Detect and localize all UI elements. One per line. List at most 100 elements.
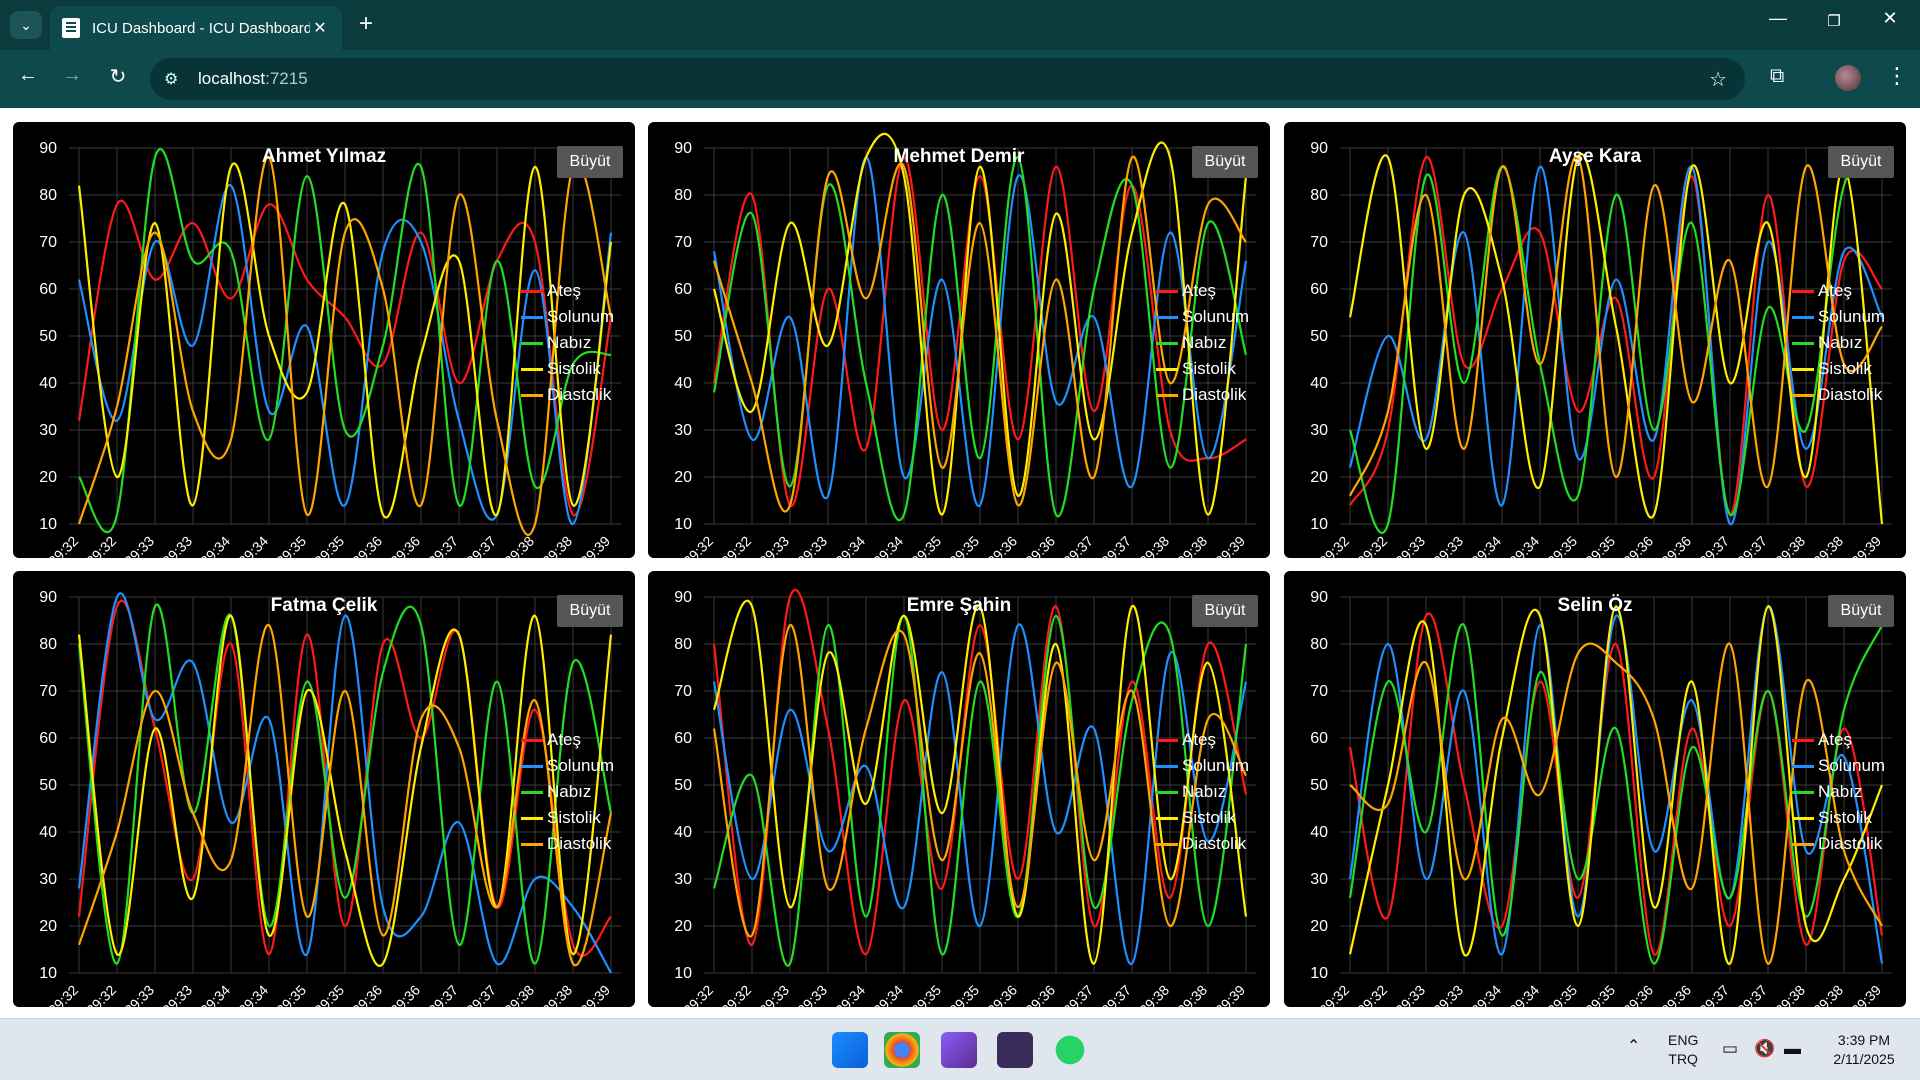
x-tick-label: 39:39: [1212, 533, 1248, 558]
chevron-up-icon[interactable]: ⌃: [1627, 1037, 1640, 1056]
tab-search-button[interactable]: ⌄: [10, 11, 42, 39]
windows-start-icon[interactable]: [832, 1032, 868, 1068]
x-tick-label: 39:36: [1022, 982, 1058, 1007]
x-tick-label: 39:36: [349, 982, 385, 1007]
expand-button[interactable]: Büyüt: [1828, 595, 1894, 627]
legend-swatch: [1792, 315, 1814, 319]
x-tick-label: 39:38: [501, 533, 537, 558]
expand-button[interactable]: Büyüt: [557, 146, 623, 178]
legend-item: Solunum: [1156, 304, 1249, 330]
x-tick-label: 39:38: [501, 982, 537, 1007]
x-tick-label: 39:34: [1506, 533, 1542, 558]
address-bar[interactable]: ⚙ localhost:7215 ☆: [150, 58, 1745, 100]
legend-label: Ateş: [547, 281, 582, 300]
site-info-icon[interactable]: ⚙: [164, 69, 190, 89]
x-tick-label: 39:33: [159, 533, 195, 558]
legend-item: Diastolik: [1792, 382, 1885, 408]
legend-label: Solunum: [1182, 307, 1250, 326]
x-tick-label: 39:32: [680, 982, 716, 1007]
back-arrow-icon[interactable]: ←: [13, 64, 43, 87]
legend-swatch: [1156, 315, 1178, 319]
x-tick-label: 39:33: [756, 982, 792, 1007]
legend-item: Diastolik: [1156, 382, 1249, 408]
y-tick-label: 30: [39, 871, 57, 888]
bookmark-star-icon[interactable]: ☆: [1709, 67, 1727, 92]
extensions-puzzle-icon[interactable]: ⧉: [1770, 65, 1784, 88]
battery-icon[interactable]: ▬: [1784, 1039, 1801, 1058]
legend-item: Solunum: [521, 753, 614, 779]
chart-legend: Ateş Solunum Nabız Sistolik Diastolik: [1792, 278, 1885, 408]
new-tab-button[interactable]: +: [352, 10, 380, 38]
legend-label: Diastolik: [547, 834, 612, 853]
legend-item: Sistolik: [521, 805, 614, 831]
x-tick-label: 39:36: [1658, 533, 1694, 558]
y-tick-label: 10: [1310, 516, 1328, 533]
y-tick-label: 50: [39, 328, 57, 345]
x-tick-label: 39:34: [1506, 982, 1542, 1007]
chrome-app-icon[interactable]: [884, 1032, 920, 1068]
x-tick-label: 39:34: [870, 533, 906, 558]
tab-close-icon[interactable]: ✕: [310, 18, 330, 38]
x-tick-label: 39:34: [870, 982, 906, 1007]
y-tick-label: 80: [674, 187, 692, 204]
expand-button[interactable]: Büyüt: [557, 595, 623, 627]
x-tick-label: 39:35: [946, 982, 982, 1007]
y-tick-label: 60: [39, 281, 57, 298]
expand-button[interactable]: Büyüt: [1828, 146, 1894, 178]
legend-item: Diastolik: [1156, 831, 1249, 857]
chart-legend: Ateş Solunum Nabız Sistolik Diastolik: [1156, 727, 1249, 857]
y-tick-label: 20: [1310, 469, 1328, 486]
chart-legend: Ateş Solunum Nabız Sistolik Diastolik: [521, 278, 614, 408]
legend-item: Sistolik: [1156, 356, 1249, 382]
network-icon[interactable]: ▭: [1722, 1039, 1738, 1058]
clock[interactable]: 3:39 PM 2/11/2025: [1824, 1031, 1904, 1069]
chevron-down-icon: ⌄: [20, 16, 32, 33]
legend-label: Ateş: [1818, 730, 1853, 749]
y-tick-label: 20: [674, 469, 692, 486]
expand-button[interactable]: Büyüt: [1192, 595, 1258, 627]
speaker-muted-icon[interactable]: 🔇: [1754, 1039, 1775, 1058]
legend-swatch: [1792, 393, 1814, 397]
minimize-icon[interactable]: —: [1758, 8, 1798, 29]
y-tick-label: 40: [674, 375, 692, 392]
language-indicator[interactable]: ENG TRQ: [1668, 1031, 1698, 1069]
legend-swatch: [521, 341, 543, 345]
patient-chart-panel: 10 20 30 40 50 60 70 80 90 39:32 39:32 39:33 39:33 39…: [648, 571, 1270, 1007]
y-tick-label: 40: [1310, 375, 1328, 392]
y-tick-label: 40: [1310, 824, 1328, 841]
x-tick-label: 39:37: [1098, 533, 1134, 558]
forward-arrow-icon[interactable]: →: [57, 64, 87, 87]
restore-icon[interactable]: ❐: [1814, 12, 1854, 30]
x-tick-label: 39:37: [1696, 982, 1732, 1007]
visual-studio-app-icon[interactable]: [941, 1032, 977, 1068]
terminal-app-icon[interactable]: [997, 1032, 1033, 1068]
y-tick-label: 30: [1310, 422, 1328, 439]
legend-swatch: [1792, 764, 1814, 768]
legend-label: Sistolik: [1818, 808, 1872, 827]
legend-item: Sistolik: [521, 356, 614, 382]
y-tick-label: 20: [1310, 918, 1328, 935]
legend-item: Diastolik: [1792, 831, 1885, 857]
whatsapp-app-icon[interactable]: [1052, 1032, 1088, 1068]
legend-swatch: [1156, 341, 1178, 345]
expand-button[interactable]: Büyüt: [1192, 146, 1258, 178]
y-tick-label: 10: [1310, 965, 1328, 982]
x-tick-label: 39:39: [1848, 982, 1884, 1007]
legend-label: Solunum: [1182, 756, 1250, 775]
legend-label: Solunum: [547, 307, 615, 326]
legend-swatch: [521, 842, 543, 846]
legend-label: Ateş: [547, 730, 582, 749]
chart-legend: Ateş Solunum Nabız Sistolik Diastolik: [1792, 727, 1885, 857]
y-tick-label: 40: [39, 824, 57, 841]
x-tick-label: 39:35: [1544, 533, 1580, 558]
browser-menu-icon[interactable]: ⋮: [1886, 63, 1908, 89]
browser-tab-active[interactable]: ICU Dashboard - ICU Dashboard ✕: [50, 6, 342, 50]
legend-label: Nabız: [1182, 782, 1227, 801]
legend-swatch: [1792, 816, 1814, 820]
url-text: localhost:7215: [198, 69, 308, 88]
x-tick-label: 39:36: [984, 533, 1020, 558]
reload-icon[interactable]: ↻: [103, 64, 133, 89]
legend-label: Diastolik: [1182, 385, 1247, 404]
profile-avatar[interactable]: [1835, 65, 1861, 91]
window-close-icon[interactable]: ✕: [1870, 8, 1910, 29]
